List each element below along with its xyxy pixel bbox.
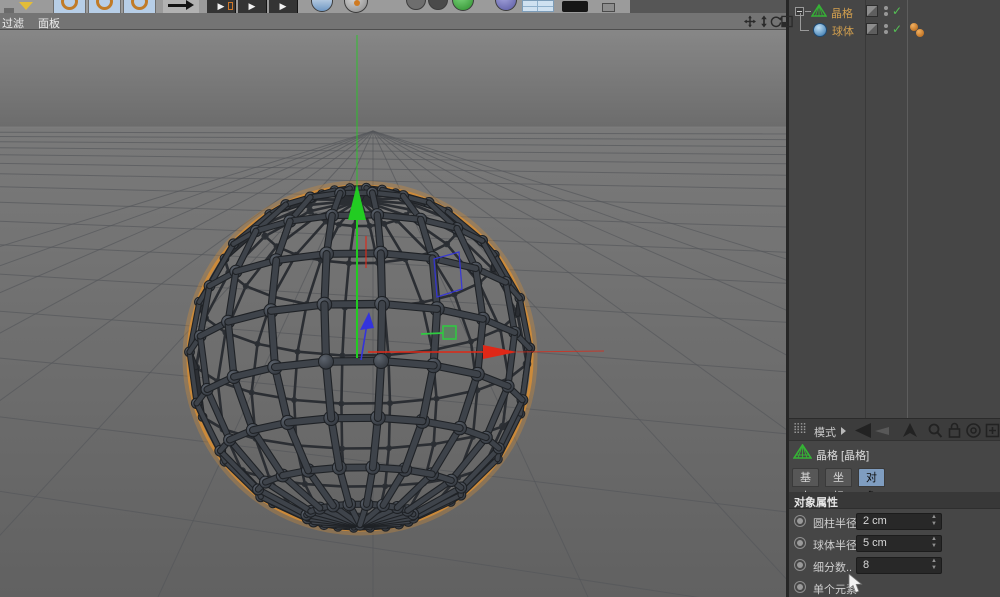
toolbar-spacer (630, 0, 786, 13)
camera-icon[interactable] (562, 1, 588, 12)
sphere-radius-input[interactable]: 5 cm ▲▼ (856, 535, 942, 552)
application-window: ▶ ▶ ▶ 过滤 面板 (0, 0, 1000, 597)
up-arrow-icon[interactable] (901, 422, 919, 439)
stepper-control[interactable]: ▲▼ (930, 536, 938, 551)
phong-tag-icon[interactable] (910, 23, 928, 37)
am-section-header: 对象属性 (789, 492, 1000, 509)
sphere-object-icon (813, 23, 827, 37)
visibility-dots[interactable] (884, 24, 888, 35)
mouse-cursor (848, 574, 866, 594)
dropdown-arrow-icon[interactable] (18, 0, 34, 13)
axis-x-button[interactable] (53, 0, 86, 13)
property-label: 球体半径 (813, 537, 857, 553)
spline-icon[interactable] (428, 0, 448, 10)
am-section-title: 对象属性 (794, 494, 838, 510)
modeling-icon[interactable] (452, 0, 474, 11)
visibility-dots[interactable] (884, 6, 888, 17)
history-back-icon[interactable] (853, 422, 893, 439)
property-row-subdivision: 细分数.. 8 ▲▼ (789, 556, 1000, 576)
property-row-single-element: 单个元素 (789, 578, 1000, 597)
lock-icon[interactable] (947, 422, 962, 439)
viewport-canvas[interactable] (0, 0, 786, 597)
attribute-manager-header: ⣿⣿ 模式 (789, 418, 1000, 441)
zoom-icon[interactable] (758, 15, 770, 28)
array-grid-icon[interactable] (522, 0, 554, 12)
menu-panel[interactable]: 面板 (38, 15, 60, 31)
lattice-object-icon (811, 4, 827, 19)
display-icon[interactable] (602, 3, 615, 12)
om-column-divider (865, 0, 866, 418)
new-panel-icon[interactable] (985, 422, 1000, 439)
property-label: 细分数.. (813, 559, 852, 575)
keyframe-radio[interactable] (794, 537, 806, 549)
render-settings-button[interactable]: ▶ (269, 0, 298, 13)
object-name[interactable]: 晶格 (831, 5, 853, 21)
mode-menu[interactable]: 模式 (814, 424, 836, 440)
render-region-button[interactable]: ▶ (238, 0, 267, 13)
object-name[interactable]: 球体 (832, 23, 854, 39)
target-icon[interactable] (965, 422, 982, 439)
object-row-sphere[interactable]: 球体 ✓ (789, 21, 1000, 39)
layer-swatch[interactable] (866, 23, 878, 35)
plane-handle-x[interactable] (443, 326, 456, 339)
axis-z-button[interactable] (123, 0, 156, 13)
pan-icon[interactable] (744, 15, 756, 28)
drag-handle-icon[interactable]: ⣿⣿ (793, 423, 806, 434)
mode-arrow-icon[interactable] (841, 427, 846, 435)
viewport-menu-bar: 过滤 面板 (0, 13, 786, 30)
property-row-sphere-radius: 球体半径 5 cm ▲▼ (789, 534, 1000, 554)
simulate-icon[interactable] (495, 0, 517, 11)
axis-y-button[interactable] (88, 0, 121, 13)
menu-filter[interactable]: 过滤 (2, 15, 24, 31)
keyframe-radio[interactable] (794, 581, 806, 593)
tab-basic[interactable]: 基本 (792, 468, 819, 487)
property-row-cylinder-radius: 圆柱半径 2 cm ▲▼ (789, 512, 1000, 532)
cylinder-radius-input[interactable]: 2 cm ▲▼ (856, 513, 942, 530)
stepper-control[interactable]: ▲▼ (930, 558, 938, 573)
keyframe-radio[interactable] (794, 559, 806, 571)
coordinate-system-button[interactable] (163, 0, 199, 13)
property-label: 圆柱半径 (813, 515, 857, 531)
shield-icon[interactable] (311, 0, 333, 12)
toggle-view-icon[interactable] (781, 15, 793, 28)
keyframe-radio[interactable] (794, 515, 806, 527)
enabled-check-icon[interactable]: ✓ (892, 4, 902, 18)
primitive-icon[interactable] (344, 0, 368, 13)
am-object-title-row: 晶格 [晶格] (789, 442, 1000, 466)
layer-swatch[interactable] (866, 5, 878, 17)
lattice-object-icon (793, 444, 812, 462)
stepper-control[interactable]: ▲▼ (930, 514, 938, 529)
subdivision-input[interactable]: 8 ▲▼ (856, 557, 942, 574)
pen-icon[interactable] (406, 0, 426, 10)
om-column-divider (907, 0, 908, 418)
tab-object[interactable]: 对象 (858, 468, 885, 487)
main-toolbar: ▶ ▶ ▶ (0, 0, 786, 13)
tab-coord[interactable]: 坐标 (825, 468, 852, 487)
am-object-title: 晶格 [晶格] (816, 447, 869, 463)
enabled-check-icon[interactable]: ✓ (892, 22, 902, 36)
render-view-button[interactable]: ▶ (207, 0, 236, 13)
object-row-lattice[interactable]: 晶格 ✓ (789, 3, 1000, 21)
search-icon[interactable] (927, 422, 943, 439)
